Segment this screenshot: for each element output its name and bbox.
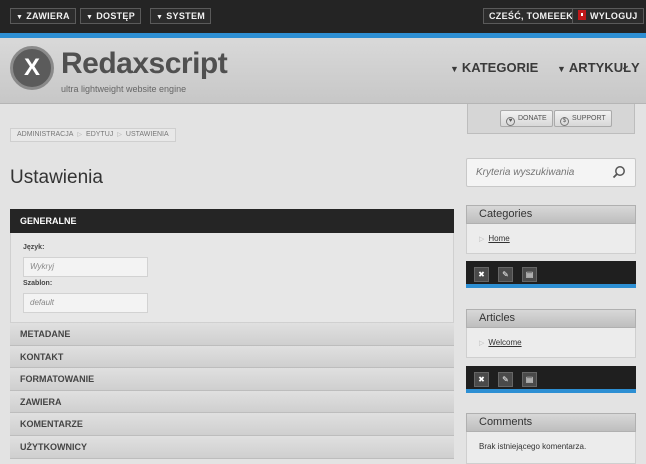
edit-icon[interactable]: ✎ — [498, 372, 513, 387]
triangle-down-icon: ▼ — [156, 14, 164, 21]
delete-icon[interactable]: ✖ — [474, 267, 489, 282]
search-icon[interactable] — [612, 165, 626, 179]
chevron-right-icon: ▷ — [117, 132, 122, 138]
list-item: ▷ Home — [479, 234, 510, 243]
delete-icon[interactable]: ✖ — [474, 372, 489, 387]
nav-kategorie[interactable]: ▼ KATEGORIE — [450, 60, 538, 75]
nav-artykuly[interactable]: ▼ ARTYKUŁY — [557, 60, 640, 75]
heart-icon: ♥ — [506, 117, 515, 126]
power-icon — [578, 10, 586, 20]
edit-icon[interactable]: ✎ — [498, 267, 513, 282]
settings-form: GENERALNE Język: Wykryj Szablon: default… — [10, 209, 454, 459]
triangle-down-icon: ▼ — [86, 14, 94, 21]
comments-box: Brak istniejącego komentarza. — [466, 432, 636, 464]
admin-bar: ▼ ZAWIERA ▼ DOSTĘP ▼ SYSTEM CZEŚĆ, TOMEEEK6… — [0, 0, 646, 33]
triangle-down-icon: ▼ — [557, 64, 566, 74]
section-formatowanie[interactable]: FORMATOWANIE — [10, 368, 454, 391]
trash-icon[interactable]: ▤ — [522, 267, 537, 282]
site-header: X Redaxscript ultra lightweight website … — [0, 38, 646, 104]
template-label: Szablon: — [23, 280, 53, 287]
list-item: ▷ Welcome — [479, 338, 522, 347]
comments-title: Comments — [466, 413, 636, 432]
bullet-triangle-icon: ▷ — [479, 236, 485, 243]
bullet-triangle-icon: ▷ — [479, 340, 485, 347]
admin-menu-system[interactable]: ▼ SYSTEM — [150, 8, 212, 24]
logo-icon[interactable]: X — [10, 46, 54, 90]
donate-button[interactable]: ♥ DONATE — [500, 110, 553, 127]
admin-menu-zawiera[interactable]: ▼ ZAWIERA — [10, 8, 76, 24]
categories-box: ▷ Home — [466, 224, 636, 254]
section-generalne[interactable]: GENERALNE — [10, 209, 454, 233]
admin-menu-dostep[interactable]: ▼ DOSTĘP — [80, 8, 142, 24]
section-zawiera[interactable]: ZAWIERA — [10, 390, 454, 414]
breadcrumb-item[interactable]: ADMINISTRACJA — [17, 131, 73, 138]
support-icon: $ — [560, 117, 569, 126]
site-slogan: ultra lightweight website engine — [61, 84, 187, 94]
section-generalne-body: Język: Wykryj Szablon: default — [10, 233, 454, 323]
articles-title: Articles — [466, 309, 636, 328]
section-metadane[interactable]: METADANE — [10, 323, 454, 346]
page-title: Ustawienia — [10, 167, 103, 188]
triangle-down-icon: ▼ — [16, 14, 24, 21]
logout-button[interactable]: WYLOGUJ — [572, 8, 644, 24]
articles-toolbar: ✖ ✎ ▤ — [466, 366, 636, 393]
articles-box: ▷ Welcome — [466, 328, 636, 358]
section-uzytkownicy[interactable]: UŻYTKOWNICY — [10, 435, 454, 459]
section-kontakt[interactable]: KONTAKT — [10, 345, 454, 369]
search-input[interactable] — [467, 159, 607, 186]
triangle-down-icon: ▼ — [450, 64, 459, 74]
donate-panel: ♥ DONATE $ SUPPORT — [467, 104, 635, 134]
breadcrumb-item[interactable]: EDYTUJ — [86, 131, 113, 138]
breadcrumb-item: USTAWIENIA — [125, 131, 169, 138]
comments-empty-text: Brak istniejącego komentarza. — [479, 442, 587, 451]
search-box — [466, 158, 636, 187]
article-link-welcome[interactable]: Welcome — [488, 338, 521, 347]
language-label: Język: — [23, 244, 45, 251]
categories-toolbar: ✖ ✎ ▤ — [466, 261, 636, 288]
section-komentarze[interactable]: KOMENTARZE — [10, 413, 454, 436]
trash-icon[interactable]: ▤ — [522, 372, 537, 387]
site-title[interactable]: Redaxscript — [61, 47, 228, 81]
language-select[interactable]: Wykryj — [23, 257, 148, 277]
template-select[interactable]: default — [23, 293, 148, 313]
support-button[interactable]: $ SUPPORT — [554, 110, 612, 127]
category-link-home[interactable]: Home — [488, 234, 509, 243]
categories-title: Categories — [466, 205, 636, 224]
chevron-right-icon: ▷ — [77, 132, 83, 138]
breadcrumb: ADMINISTRACJA ▷ EDYTUJ ▷ USTAWIENIA — [10, 128, 176, 142]
